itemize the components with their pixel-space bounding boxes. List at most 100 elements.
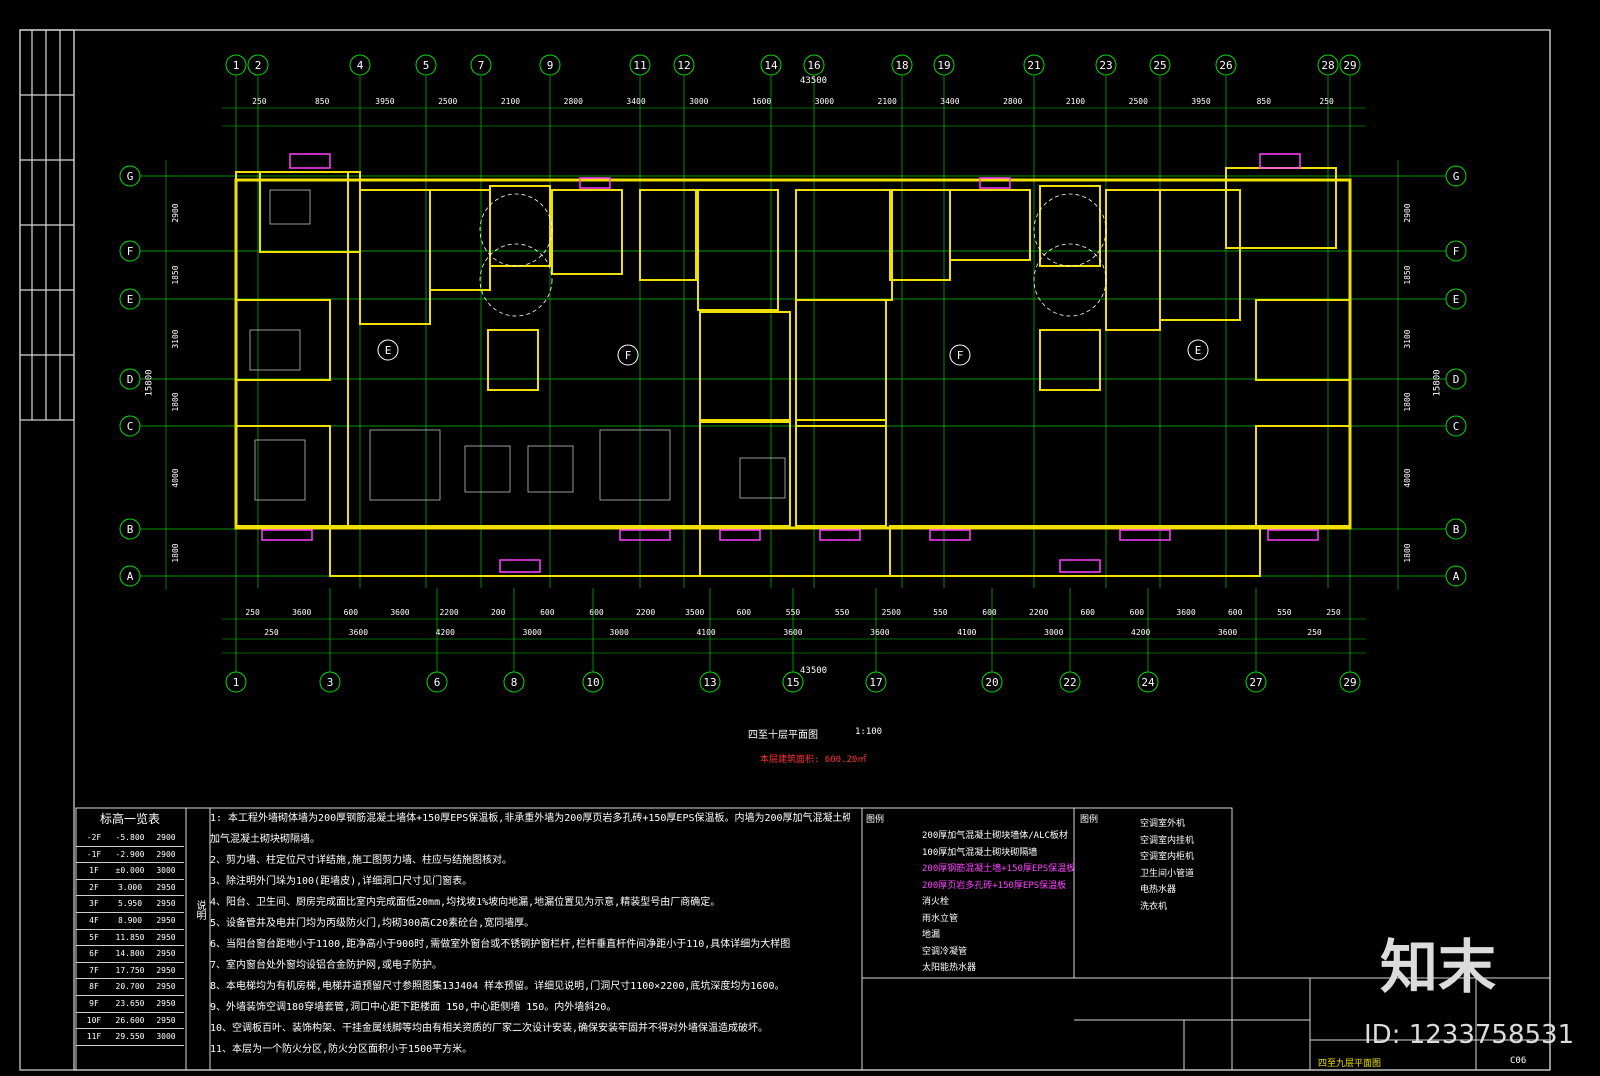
elevation-cell: 3000 (156, 1032, 176, 1042)
furniture (599, 429, 671, 501)
elevation-row: 8F 20.700 2950 (76, 979, 184, 996)
dimension-text: 2500 (1129, 97, 1148, 106)
elevation-cell: 3F (89, 899, 99, 909)
dimension-text: 1600 (752, 97, 771, 106)
axis-label-top: 14 (764, 59, 778, 72)
note-line: 3、除注明外门垛为100(距墙皮),详细洞口尺寸见门窗表。 (210, 876, 473, 887)
sheet-name: 四至九层平面图 (1318, 1059, 1382, 1069)
axis-label-side: F (1453, 245, 1460, 258)
dimension-text-vertical: 3100 (171, 329, 180, 348)
axis-label-top: 19 (937, 59, 950, 72)
dimension-text-vertical: 1800 (171, 543, 180, 562)
elevation-cell: 2950 (156, 965, 176, 975)
elevation-cell: 8.900 (117, 915, 143, 925)
furniture (369, 429, 441, 501)
axis-label-top: 28 (1321, 59, 1334, 72)
axis-label-side: A (127, 570, 134, 583)
elevation-row: 10F 26.600 2950 (76, 1013, 184, 1030)
furniture (254, 439, 306, 501)
dimension-text: 250 (1307, 628, 1322, 637)
elevation-cell: 3000 (156, 866, 176, 876)
axis-label-bottom: 13 (703, 676, 716, 689)
axis-label-top: 12 (677, 59, 690, 72)
furniture (739, 457, 786, 499)
dimension-text: 200 (491, 608, 506, 617)
wall-outline (699, 311, 791, 423)
wall-outline (1255, 425, 1351, 527)
room-tag-letter: E (385, 344, 392, 357)
legend2-item: 空调室外机 (1140, 819, 1186, 829)
dimension-text-vertical: 3100 (1403, 329, 1412, 348)
dimension-text: 600 (344, 608, 359, 617)
dimension-text: 3400 (626, 97, 645, 106)
area-note: 本层建筑面积: 600.20㎡ (760, 755, 867, 765)
window-mark (719, 529, 761, 541)
elevation-row: 2F 3.000 2950 (76, 880, 184, 897)
dimension-text: 3950 (375, 97, 394, 106)
equipment-legend: 空调室外机 空调室内挂机 空调室内柜机 卫生间小管道 电热水器 洗衣机 (1140, 816, 1194, 915)
axis-label-bottom: 3 (327, 676, 334, 689)
dimension-text: 2200 (636, 608, 655, 617)
elevation-cell: 2950 (156, 915, 176, 925)
dimension-text: 2100 (501, 97, 520, 106)
wall-outline (697, 189, 779, 311)
elevation-cell: 9F (89, 998, 99, 1008)
total-dimension-top: 43500 (800, 76, 828, 86)
elevation-cell: 2950 (156, 998, 176, 1008)
window-mark (819, 529, 861, 541)
elevation-cell: 17.750 (115, 965, 145, 975)
plan-walls (234, 153, 1352, 577)
dimension-text: 4200 (1131, 628, 1150, 637)
note-line: 11、本层为一个防火分区,防火分区面积小于1500平方米。 (210, 1044, 473, 1055)
axis-label-top: 9 (547, 59, 554, 72)
dimension-text: 2500 (438, 97, 457, 106)
wall-outline (889, 189, 951, 281)
dimension-text: 850 (315, 97, 330, 106)
dimension-text: 2200 (1029, 608, 1048, 617)
axis-label-bottom: 1 (233, 676, 240, 689)
elevation-row: -1F -2.900 2900 (76, 847, 184, 864)
dimension-text: 3950 (1191, 97, 1210, 106)
furniture (249, 329, 301, 371)
wall-outline (889, 525, 1261, 577)
dimension-text-vertical: 2900 (171, 203, 180, 222)
axis-label-side: E (1453, 293, 1460, 306)
elevation-cell: 2900 (156, 833, 176, 842)
note-line: 1: 本工程外墙砌体墙为200厚钢筋混凝土墙体+150厚EPS保温板,非承重外墙… (210, 813, 850, 824)
legend-item: 100厚加气混凝土砌块砌隔墙 (922, 847, 1038, 858)
wall-outline (359, 189, 431, 325)
axis-label-side: D (127, 373, 134, 386)
legend-item: 200厚钢筋混凝土墙+150厚EPS保温板 (922, 864, 1076, 874)
axis-label-bottom: 20 (985, 676, 998, 689)
dimension-text: 600 (1228, 608, 1243, 617)
elevation-cell: 1F (89, 866, 99, 876)
dimension-text: 2800 (1003, 97, 1022, 106)
note-line: 7、室内窗台处外窗均设铝合金防护网,或电子防护。 (210, 960, 443, 971)
dimension-text-vertical: 4000 (171, 468, 180, 487)
note-line: 5、设备管井及电井门均为丙级防火门,均砌300高C20素砼台,宽同墙厚。 (210, 918, 535, 929)
elevation-table: 标高一览表 -2F -5.800 2900 -1F -2.900 2900 1F ±0.000… (76, 810, 184, 1046)
elevation-cell: ±0.000 (115, 866, 145, 876)
axis-label-side: G (1453, 170, 1460, 183)
legend-item: 地漏 (922, 930, 941, 940)
dimension-text: 2200 (439, 608, 458, 617)
dimension-text: 250 (1326, 608, 1341, 617)
dimension-text: 2100 (1066, 97, 1085, 106)
dimension-text: 3600 (292, 608, 311, 617)
axis-label-top: 18 (895, 59, 908, 72)
axis-label-bottom: 15 (786, 676, 799, 689)
room-tag-letter: F (957, 349, 964, 362)
elevation-cell: 2950 (156, 949, 176, 959)
exterior-wall (234, 178, 1352, 530)
elevation-table-title: 标高一览表 (99, 812, 160, 826)
elevation-cell: -2F (86, 833, 102, 842)
legend-item: 空调冷凝管 (922, 946, 968, 957)
dimension-text: 4200 (436, 628, 455, 637)
axis-label-top: 5 (423, 59, 430, 72)
wall-outline (1159, 189, 1241, 321)
axis-label-top: 23 (1099, 59, 1112, 72)
wall-outline (487, 329, 539, 391)
axis-label-top: 16 (807, 59, 820, 72)
axis-label-top: 21 (1027, 59, 1040, 72)
furniture (269, 189, 311, 225)
